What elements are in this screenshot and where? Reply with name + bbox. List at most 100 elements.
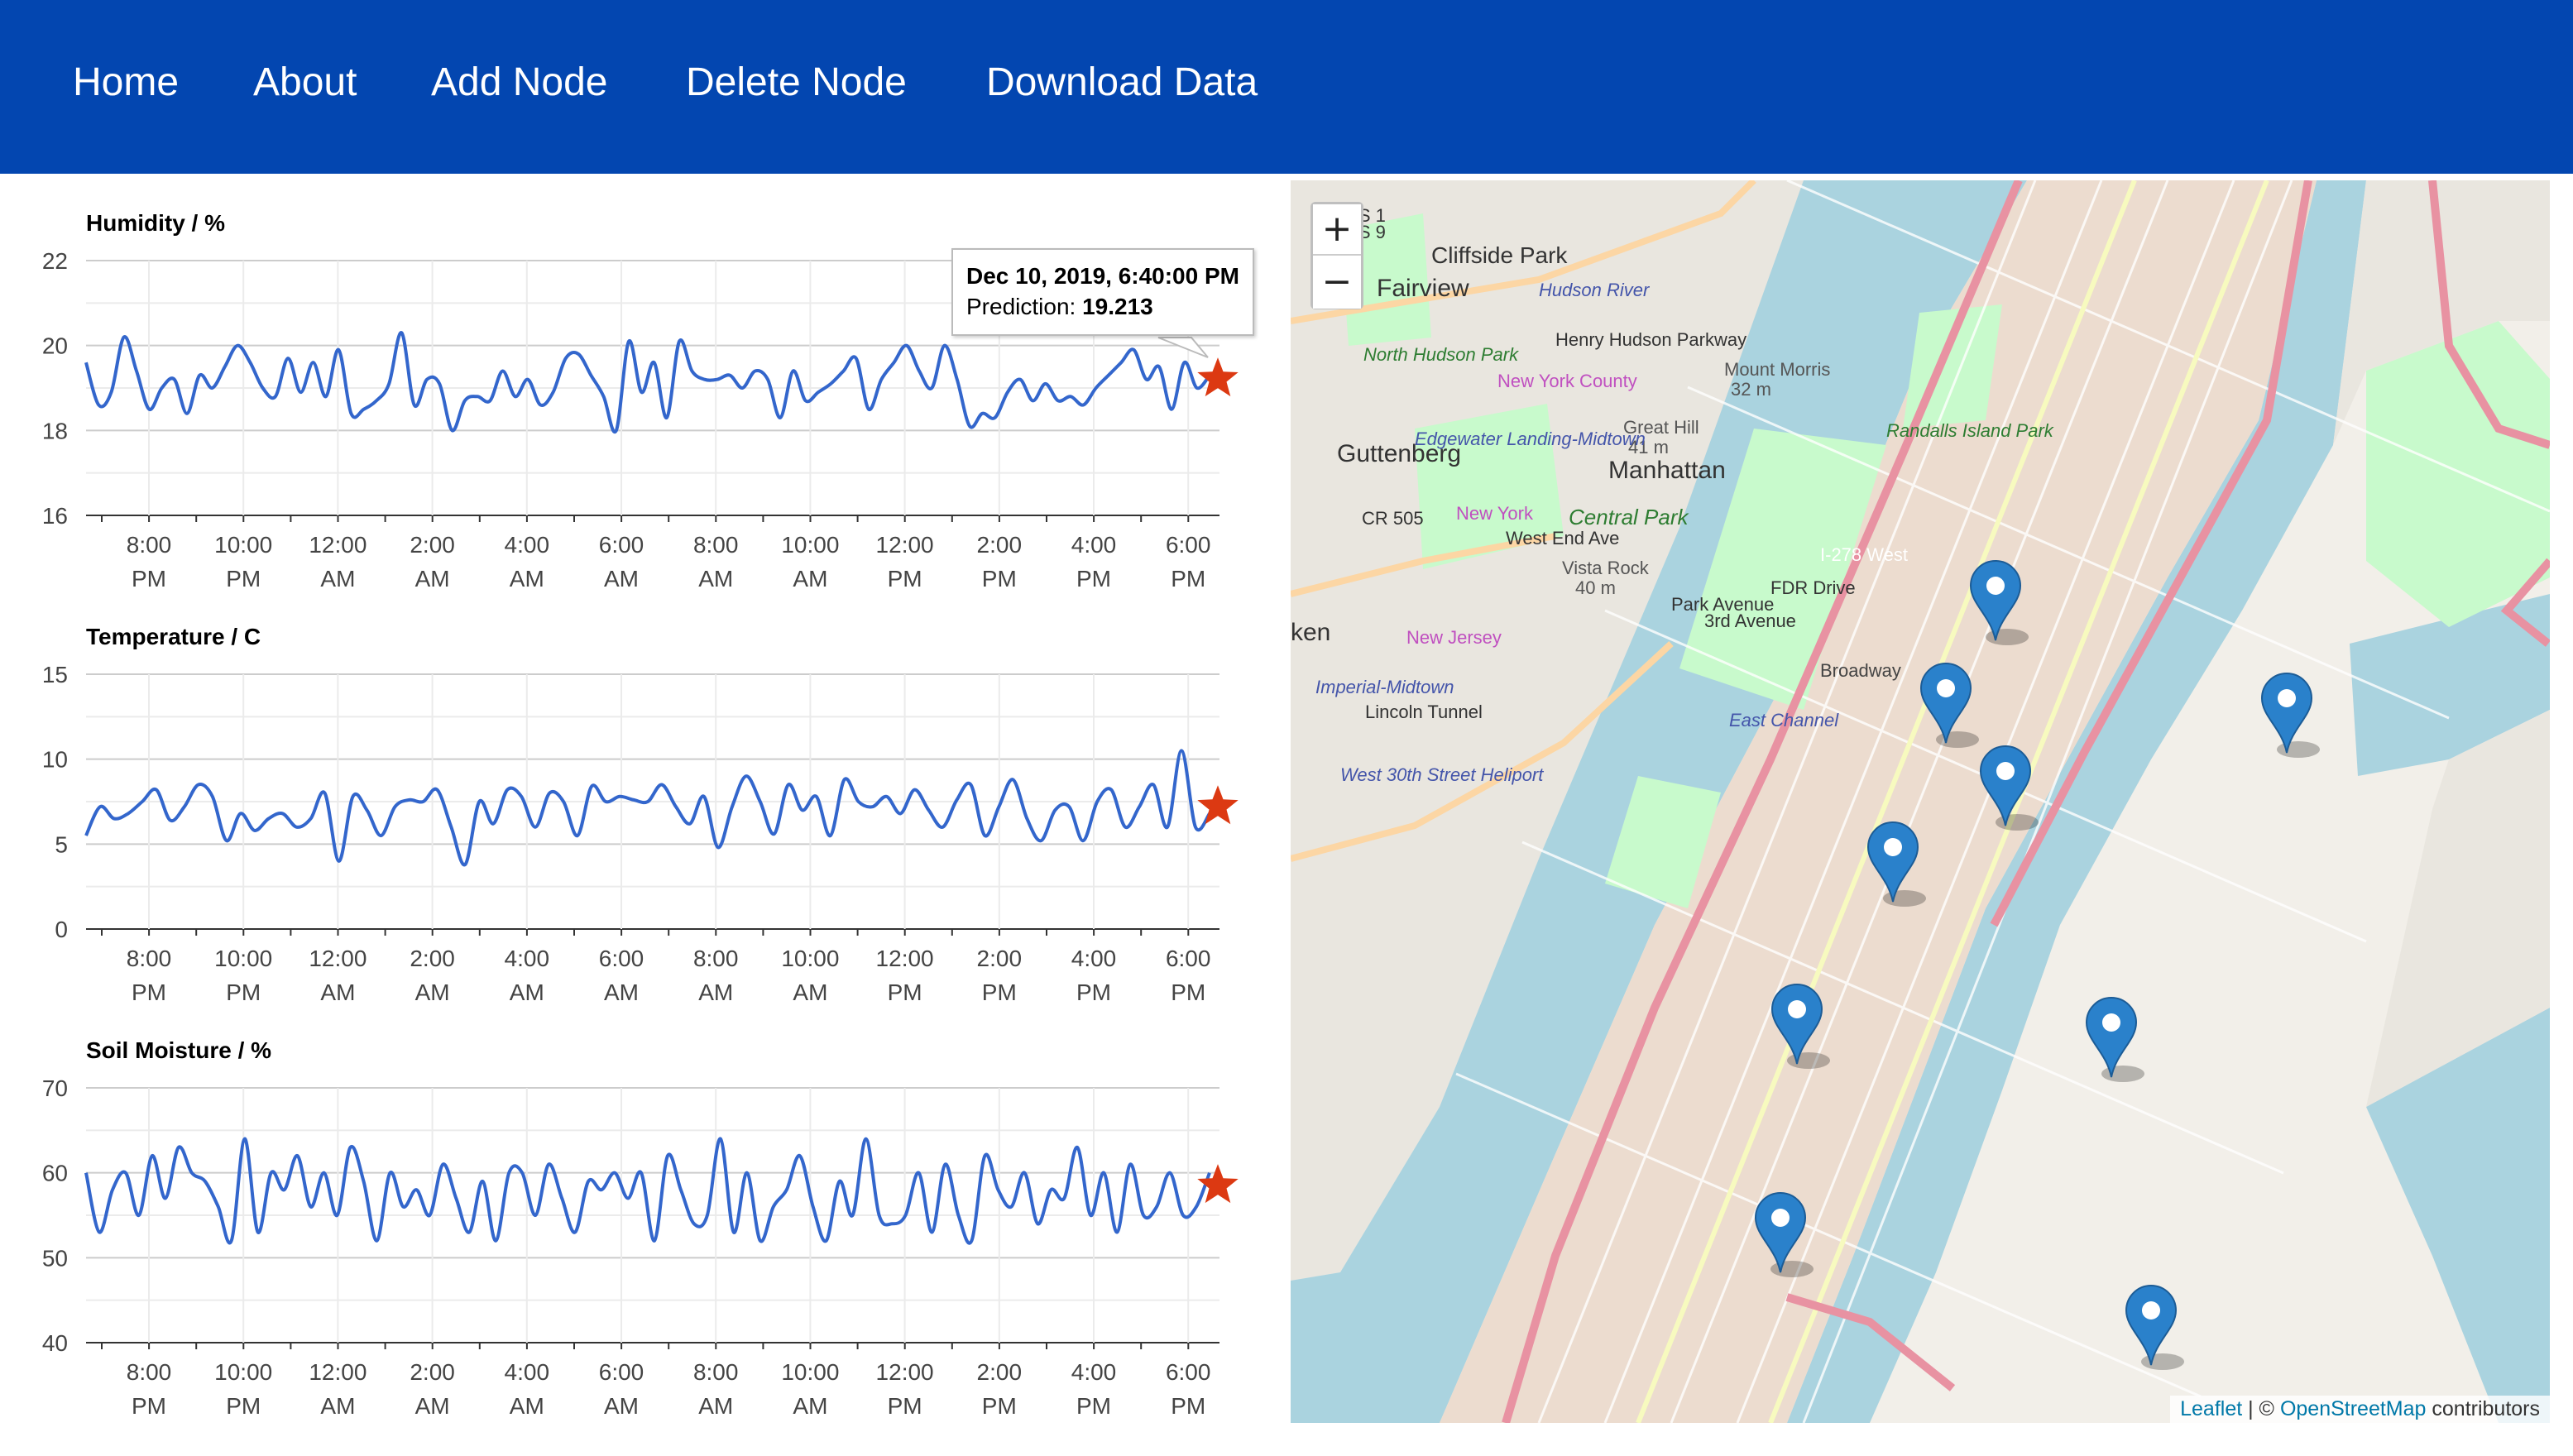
y-tick-label: 40 [42,1330,68,1356]
y-tick-label: 16 [42,503,68,529]
osm-link[interactable]: OpenStreetMap [2280,1397,2427,1420]
x-tick-label: 2:00 [977,1359,1023,1385]
x-tick-label-ampm: AM [415,566,450,592]
x-tick-label-ampm: AM [320,566,355,592]
x-tick-label: 10:00 [214,532,272,558]
x-tick-label: 12:00 [309,532,367,558]
x-tick-label-ampm: PM [1076,1393,1111,1419]
y-tick-label: 60 [42,1161,68,1186]
label-imperial-midtown: Imperial-Midtown [1315,677,1454,697]
x-tick-label-ampm: AM [793,566,827,592]
x-tick-label-ampm: AM [604,1393,639,1419]
x-tick-label: 8:00 [127,1359,172,1385]
marker-dot [1986,577,2005,595]
label-lincoln-tunnel: Lincoln Tunnel [1365,702,1483,722]
label-henry-hudson-pkwy: Henry Hudson Parkway [1555,329,1746,350]
x-tick-label: 4:00 [505,1359,550,1385]
prediction-star[interactable] [1197,357,1239,397]
x-tick-label-ampm: PM [132,1393,166,1419]
nav-delete-node-link[interactable]: Delete Node [686,60,907,106]
x-tick-label-ampm: AM [510,1393,544,1419]
x-tick-label: 12:00 [876,532,934,558]
prediction-star[interactable] [1197,1164,1239,1204]
y-tick-label: 22 [42,248,68,274]
x-tick-label: 6:00 [1166,946,1211,971]
chart-title: Temperature / C [86,624,261,649]
zoom-control: + − [1310,202,1363,309]
x-tick-label-ampm: PM [132,566,166,592]
x-tick-label-ampm: AM [415,1393,450,1419]
zoom-in-button[interactable]: + [1313,204,1361,256]
prediction-star[interactable] [1197,785,1239,825]
y-tick-label: 10 [42,747,68,773]
label-edgewater-landing: Edgewater Landing-Midtown [1415,429,1646,449]
x-tick-label: 2:00 [410,946,455,971]
tooltip-value: 19.213 [1082,294,1153,319]
chart-title: Humidity / % [86,210,225,236]
label-new-york: New York [1456,503,1534,524]
chart-title: Soil Moisture / % [86,1037,271,1063]
x-tick-label: 6:00 [599,532,644,558]
x-tick-label-ampm: PM [888,566,922,592]
zoom-out-button[interactable]: − [1313,257,1361,309]
x-tick-label-ampm: PM [888,1393,922,1419]
x-tick-label: 4:00 [505,532,550,558]
chart-2: Soil Moisture / % 70 60 50 40 8:00 PM 10:00 PM 12… [42,1037,1239,1419]
x-tick-label-ampm: PM [982,979,1017,1005]
navbar: Home About Add Node Delete Node Download… [0,0,2573,174]
nav-download-data-link[interactable]: Download Data [986,60,1258,106]
x-tick-label-ampm: AM [698,1393,733,1419]
x-tick-label: 6:00 [1166,1359,1211,1385]
map-panel[interactable]: Cliffside Park Fairview Guttenberg North… [1291,180,2550,1423]
nav-add-node-link[interactable]: Add Node [431,60,608,106]
x-tick-label-ampm: AM [320,979,355,1005]
label-manhattan: Manhattan [1608,457,1726,484]
label-new-jersey: New Jersey [1406,627,1502,648]
y-tick-label: 0 [55,917,68,942]
y-tick-label: 18 [42,418,68,443]
x-tick-label: 10:00 [781,1359,839,1385]
x-tick-label: 10:00 [781,946,839,971]
x-tick-label-ampm: AM [793,1393,827,1419]
x-tick-label-ampm: PM [1076,566,1111,592]
x-tick-label: 8:00 [693,946,739,971]
x-tick-label: 4:00 [505,946,550,971]
series-line [84,749,1211,867]
prediction-tooltip: Dec 10, 2019, 6:40:00 PM Prediction: 19.… [951,248,1254,336]
map-tiles[interactable]: Cliffside Park Fairview Guttenberg North… [1291,180,2550,1423]
x-tick-label-ampm: PM [226,979,261,1005]
nav-home-link[interactable]: Home [73,60,179,106]
series-line [84,331,1211,434]
x-tick-label: 2:00 [410,1359,455,1385]
y-tick-label: 15 [42,662,68,687]
label-vista-rock-elev: 40 m [1575,577,1616,598]
label-mount-morris-elev: 32 m [1731,379,1771,400]
label-north-hudson-park: North Hudson Park [1363,344,1519,365]
leaflet-link[interactable]: Leaflet [2180,1397,2242,1420]
nav-about-link[interactable]: About [253,60,357,106]
y-tick-label: 20 [42,333,68,359]
label-heliport: West 30th Street Heliport [1340,764,1544,785]
marker-dot [1884,838,1902,856]
x-tick-label: 8:00 [127,946,172,971]
label-central-park: Central Park [1569,505,1689,529]
series-line [84,1137,1211,1245]
x-tick-label-ampm: AM [510,979,544,1005]
x-tick-label-ampm: AM [793,979,827,1005]
x-tick-label-ampm: PM [888,979,922,1005]
x-tick-label-ampm: PM [982,1393,1017,1419]
x-tick-label-ampm: PM [1171,979,1205,1005]
x-tick-label-ampm: AM [510,566,544,592]
marker-dot [2102,1013,2120,1032]
x-tick-label-ampm: AM [698,566,733,592]
x-tick-label-ampm: PM [982,566,1017,592]
marker-dot [2142,1301,2160,1320]
label-vista-rock: Vista Rock [1562,558,1650,578]
tooltip-date: Dec 10, 2019, 6:40:00 PM [966,263,1239,289]
marker-dot [1771,1209,1790,1227]
x-tick-label: 2:00 [410,532,455,558]
x-tick-label: 4:00 [1071,532,1117,558]
x-tick-label-ampm: AM [698,979,733,1005]
x-tick-label: 8:00 [127,532,172,558]
x-tick-label: 10:00 [781,532,839,558]
